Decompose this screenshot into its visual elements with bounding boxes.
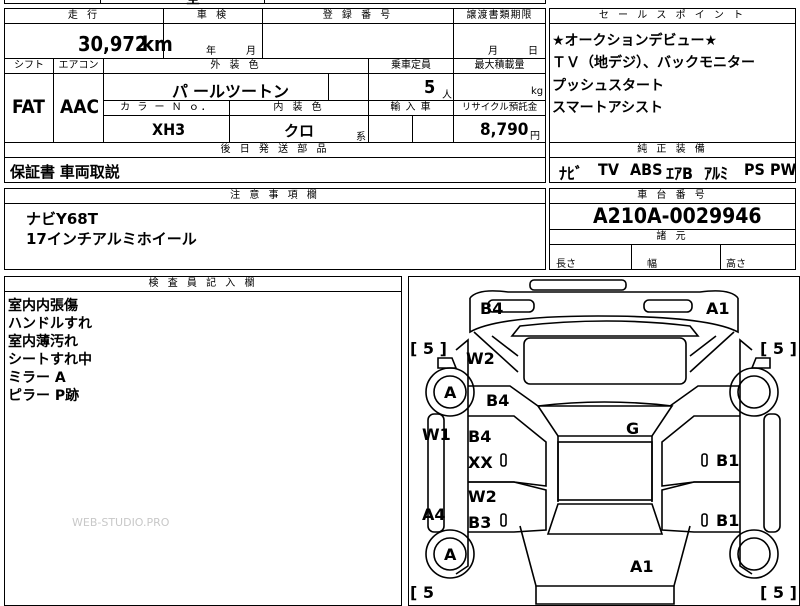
recycle-header: リサイクル預託金 — [453, 100, 546, 116]
import-cell-2 — [412, 115, 454, 143]
registration-cell — [262, 23, 454, 59]
recycle-unit: 円 — [530, 131, 540, 142]
interior-color-suffix: 系 — [356, 132, 366, 143]
inspector-header: 検 査 員 記 入 欄 — [4, 276, 402, 292]
dmg-sill-left-1: W1 — [422, 425, 451, 444]
chassis-value: A210A-0029946 — [593, 204, 762, 228]
exterior-color-sub — [328, 73, 369, 101]
registration-header: 登 録 番 号 — [262, 8, 454, 24]
shipping-parts-value: 保証書 車両取説 — [10, 163, 120, 181]
dmg-sill-left-2: A4 — [422, 505, 446, 524]
tire-fl: [ 5 ] — [410, 339, 447, 358]
selling-point-line: スマートアシスト — [552, 100, 664, 116]
transfer-month-label: 月 — [488, 46, 498, 57]
dim-width-cell — [631, 244, 721, 270]
import-cell-1 — [368, 115, 413, 143]
watermark: WEB-STUDIO.PRO — [72, 516, 170, 529]
color-no-header: カ ラ ー Ｎ ｏ． — [103, 100, 230, 116]
transfer-day-label: 日 — [528, 46, 538, 57]
dmg-front-left: B4 — [480, 299, 503, 318]
dim-length-label: 長さ — [556, 259, 576, 270]
shaken-month-label: 月 — [246, 46, 256, 57]
inspector-line: ミラー A — [8, 370, 66, 386]
capacity-unit: 人 — [442, 90, 452, 101]
dmg-wheel-rl: A — [444, 545, 457, 564]
equipment-item: ｱﾙﾐ — [704, 164, 729, 183]
equipment-item: ｴｱB — [666, 164, 693, 183]
mileage-value: 30,972 — [78, 32, 148, 56]
shaken-header: 車 検 — [163, 8, 263, 24]
exterior-color-header: 外 装 色 — [103, 58, 369, 74]
color-no-value: XH3 — [152, 120, 186, 139]
shift-value: FAT — [12, 96, 45, 118]
selling-point-line: ＴＶ（地デジ）、バックモニター — [552, 55, 755, 71]
shift-header: シフト — [4, 58, 54, 74]
selling-points-header: セ ー ル ス ポ イ ン ト — [549, 8, 796, 24]
top-fragment-row — [4, 0, 546, 4]
equipment-item: TV — [598, 160, 619, 179]
dimensions-header: 諸 元 — [549, 229, 796, 245]
tire-fr: [ 5 ] — [760, 339, 797, 358]
dmg-door-rl-1: W2 — [468, 487, 497, 506]
tire-rr: [ 5 ] — [760, 583, 797, 602]
interior-color-value: クロ — [284, 122, 315, 140]
dim-height-label: 高さ — [726, 259, 746, 270]
capacity-header: 乗車定員 — [368, 58, 454, 74]
capacity-value: 5 — [424, 77, 436, 98]
mileage-header: 走 行 — [4, 8, 164, 24]
top-fragment-cell — [100, 0, 265, 4]
shaken-year-label: 年 — [206, 46, 216, 57]
tire-rl: [ 5 — [410, 583, 434, 602]
dim-width-label: 幅 — [647, 259, 657, 270]
top-fragment-text: 全 — [186, 0, 200, 8]
dmg-door-rl-2: B3 — [468, 513, 491, 532]
dmg-door-fl-1: B4 — [468, 427, 491, 446]
dmg-trunk: A1 — [630, 557, 654, 576]
inspector-line: ピラー P跡 — [8, 388, 80, 404]
notes-header: 注 意 事 項 欄 — [4, 188, 546, 204]
max-load-header: 最大積載量 — [453, 58, 546, 74]
aircon-value: AAC — [60, 96, 100, 118]
dmg-roof: G — [626, 419, 639, 438]
transfer-deadline-header: 譲渡書類期限 — [453, 8, 546, 24]
notes-line: ナビY68T — [26, 210, 98, 228]
dmg-wheel-fl: A — [444, 383, 457, 402]
inspector-line: ハンドルすれ — [8, 316, 92, 332]
dmg-front-right: A1 — [706, 299, 730, 318]
dmg-door-fr: B1 — [716, 451, 739, 470]
dmg-door-rr: B1 — [716, 511, 739, 530]
chassis-header: 車 台 番 号 — [549, 188, 796, 204]
dmg-door-fl-2: XX — [468, 453, 493, 472]
equipment-item: PW — [770, 160, 797, 179]
exterior-color-value: パ ールツートン — [172, 82, 290, 101]
car-diagram: B4 A1 [ 5 ] [ 5 ] W2 A B4 G W1 B4 XX B1 … — [410, 279, 797, 605]
equipment-header: 純 正 装 備 — [549, 142, 796, 158]
aircon-header: エアコン — [53, 58, 104, 74]
shipping-parts-header: 後 日 発 送 部 品 — [4, 142, 546, 158]
dmg-fender-left: W2 — [466, 349, 495, 368]
recycle-value: 8,790 — [480, 120, 529, 140]
notes-line: 17インチアルミホイール — [26, 230, 197, 248]
dmg-hood: B4 — [486, 391, 509, 410]
inspector-line: シートすれ中 — [8, 352, 92, 368]
equipment-item: ABS — [630, 160, 663, 179]
selling-point-line: ★オークションデビュー★ — [552, 33, 718, 49]
selling-point-line: プッシュスタート — [552, 78, 664, 94]
inspector-line: 室内薄汚れ — [8, 334, 78, 350]
import-header: 輸 入 車 — [368, 100, 454, 116]
equipment-item: ﾅﾋﾞ — [559, 164, 584, 183]
inspector-line: 室内内張傷 — [8, 298, 78, 314]
equipment-item: PS — [744, 160, 765, 179]
max-load-unit: kg — [531, 86, 544, 97]
interior-color-header: 内 装 色 — [229, 100, 369, 116]
